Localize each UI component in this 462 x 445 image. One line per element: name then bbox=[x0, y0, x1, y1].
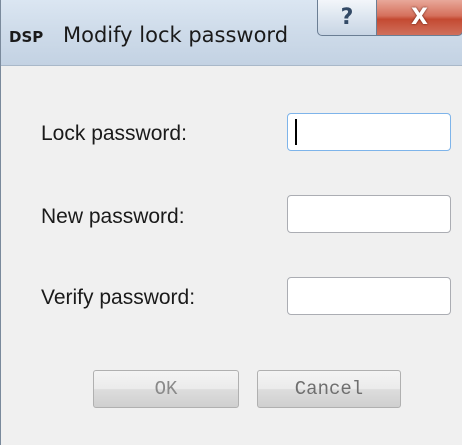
window-title: Modify lock password bbox=[63, 23, 289, 47]
text-caret bbox=[295, 119, 297, 145]
new-password-input[interactable] bbox=[287, 195, 451, 233]
ok-button[interactable]: OK bbox=[93, 370, 239, 408]
close-icon: X bbox=[411, 5, 428, 30]
caption-buttons: ? X bbox=[317, 0, 462, 36]
help-icon: ? bbox=[340, 5, 354, 30]
title-bar[interactable]: DSP Modify lock password ? X bbox=[1, 0, 462, 66]
lock-password-input[interactable] bbox=[287, 113, 451, 151]
new-password-label: New password: bbox=[41, 205, 185, 228]
cancel-button[interactable]: Cancel bbox=[257, 370, 401, 408]
help-button[interactable]: ? bbox=[317, 0, 377, 36]
verify-password-input[interactable] bbox=[287, 277, 451, 315]
verify-password-label: Verify password: bbox=[41, 286, 196, 309]
close-button[interactable]: X bbox=[377, 0, 462, 36]
lock-password-label: Lock password: bbox=[41, 122, 187, 145]
dialog-window: DSP Modify lock password ? X Lock passwo… bbox=[0, 0, 462, 445]
dsp-app-icon: DSP bbox=[9, 28, 44, 46]
